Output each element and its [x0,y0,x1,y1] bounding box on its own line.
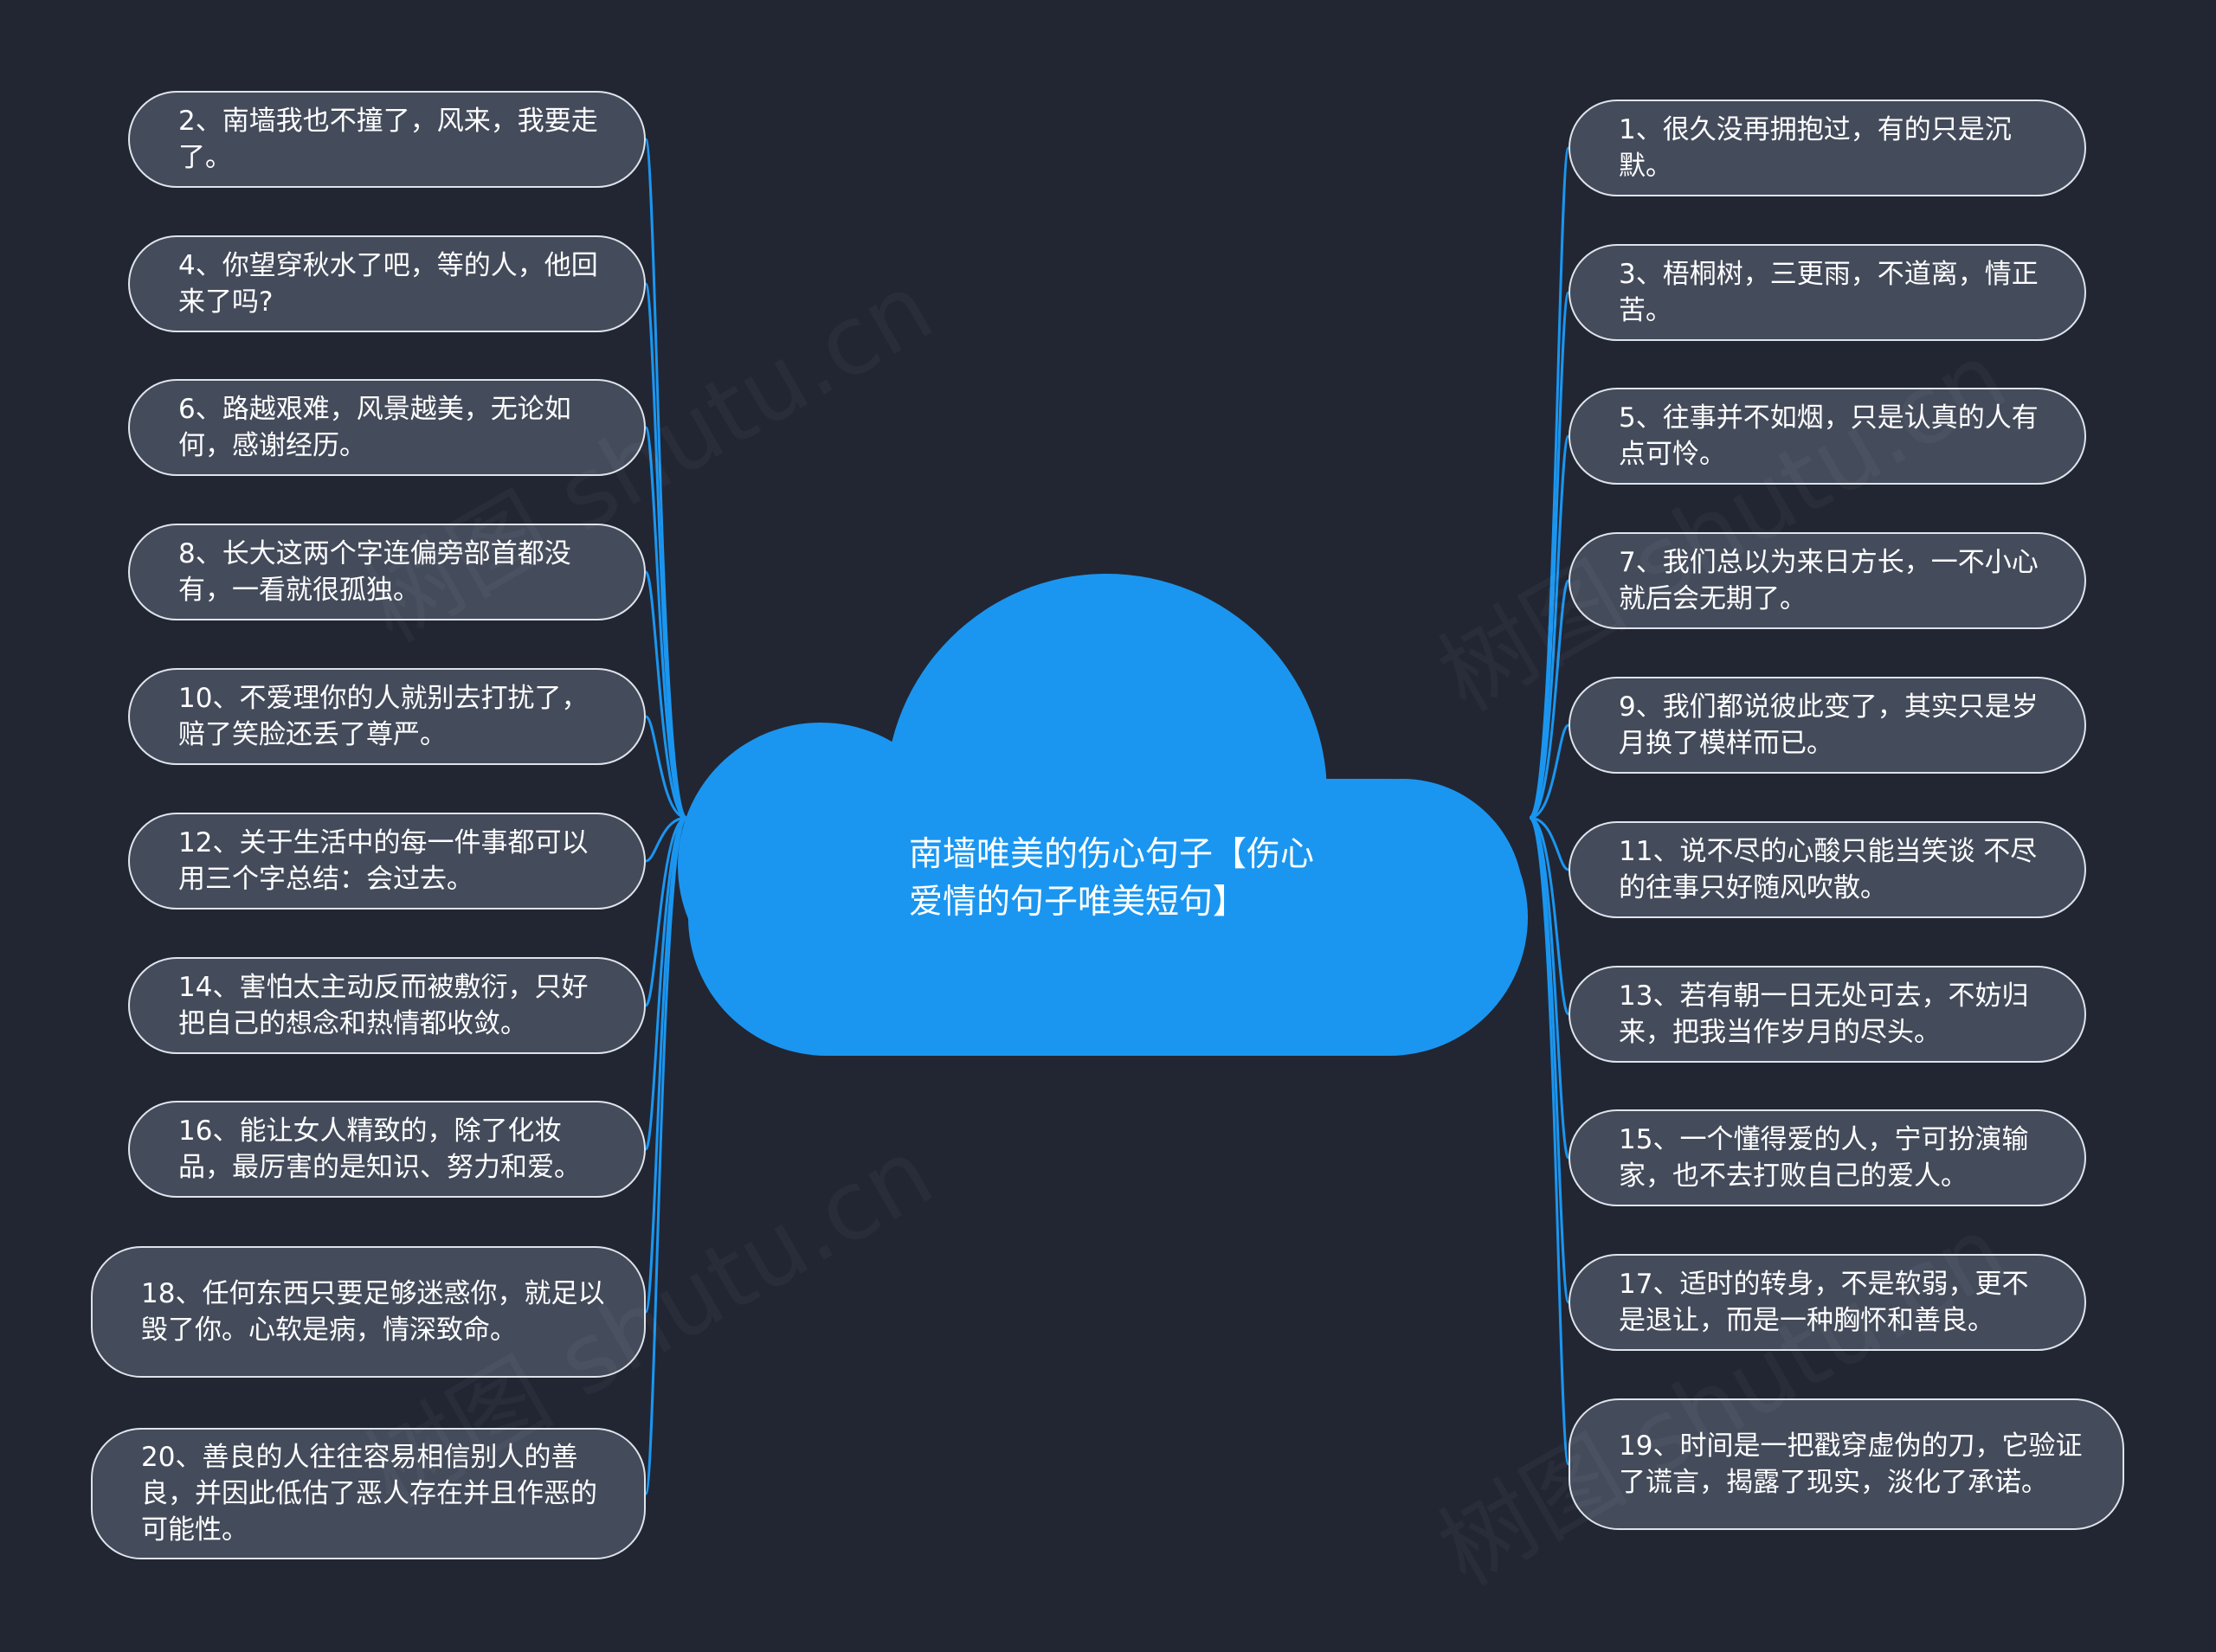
right-branch-node[interactable]: 17、适时的转身，不是软弱，更不是退让，而是一种胸怀和善良。 [1569,1254,2086,1351]
branch-text: 8、长大这两个字连偏旁部首都没有，一看就很孤独。 [178,538,571,606]
left-branch-node[interactable]: 8、长大这两个字连偏旁部首都没有，一看就很孤独。 [128,524,646,620]
branch-text: 16、能让女人精致的，除了化妆品，最厉害的是知识、努力和爱。 [178,1115,581,1183]
left-branch-node[interactable]: 4、你望穿秋水了吧，等的人，他回来了吗? [128,235,646,332]
left-branch-node[interactable]: 14、害怕太主动反而被敷衍，只好把自己的想念和热情都收敛。 [128,957,646,1054]
branch-text: 4、你望穿秋水了吧，等的人，他回来了吗? [178,250,598,318]
right-branch-node[interactable]: 19、时间是一把戳穿虚伪的刀，它验证了谎言，揭露了现实，淡化了承诺。 [1569,1398,2124,1530]
right-branch-node[interactable]: 5、往事并不如烟，只是认真的人有点可怜。 [1569,388,2086,485]
branch-text: 5、往事并不如烟，只是认真的人有点可怜。 [1619,402,2039,470]
left-branch-node[interactable]: 10、不爱理你的人就别去打扰了，赔了笑脸还丢了尊严。 [128,668,646,765]
branch-text: 19、时间是一把戳穿虚伪的刀，它验证了谎言，揭露了现实，淡化了承诺。 [1619,1430,2083,1498]
branch-text: 7、我们总以为来日方长，一不小心就后会无期了。 [1619,547,2039,614]
branch-text: 15、一个懂得爱的人，宁可扮演输家，也不去打败自己的爱人。 [1619,1124,2029,1192]
left-branch-node[interactable]: 2、南墙我也不撞了，风来，我要走了。 [128,91,646,188]
left-branch-node[interactable]: 16、能让女人精致的，除了化妆品，最厉害的是知识、努力和爱。 [128,1101,646,1198]
right-branch-node[interactable]: 7、我们总以为来日方长，一不小心就后会无期了。 [1569,532,2086,629]
branch-text: 3、梧桐树，三更雨，不道离，情正苦。 [1619,259,2039,326]
branch-text: 13、若有朝一日无处可去，不妨归来，把我当作岁月的尽头。 [1619,980,2029,1048]
right-branch-node[interactable]: 9、我们都说彼此变了，其实只是岁月换了模样而已。 [1569,677,2086,774]
left-branch-node[interactable]: 12、关于生活中的每一件事都可以用三个字总结：会过去。 [128,813,646,910]
right-branch-node[interactable]: 3、梧桐树，三更雨，不道离，情正苦。 [1569,244,2086,341]
branch-text: 12、关于生活中的每一件事都可以用三个字总结：会过去。 [178,827,589,895]
branch-text: 17、适时的转身，不是软弱，更不是退让，而是一种胸怀和善良。 [1619,1269,2029,1336]
right-branch-node[interactable]: 13、若有朝一日无处可去，不妨归来，把我当作岁月的尽头。 [1569,966,2086,1063]
branch-text: 2、南墙我也不撞了，风来，我要走了。 [178,106,598,173]
right-branch-node[interactable]: 15、一个懂得爱的人，宁可扮演输家，也不去打败自己的爱人。 [1569,1109,2086,1206]
branch-text: 11、说不尽的心酸只能当笑谈 不尽的往事只好随风吹散。 [1619,836,2038,903]
branch-text: 1、很久没再拥抱过，有的只是沉默。 [1619,114,2012,182]
branch-text: 10、不爱理你的人就别去打扰了，赔了笑脸还丢了尊严。 [178,683,589,750]
right-branch-node[interactable]: 1、很久没再拥抱过，有的只是沉默。 [1569,100,2086,196]
branch-text: 20、善良的人往往容易相信别人的善良，并因此低估了恶人存在并且作恶的可能性。 [141,1442,597,1546]
branch-text: 6、路越艰难，风景越美，无论如何，感谢经历。 [178,394,571,461]
central-topic[interactable]: 南墙唯美的伤心句子【伤心爱情的句子唯美短句】 [909,831,1333,926]
left-branch-node[interactable]: 20、善良的人往往容易相信别人的善良，并因此低估了恶人存在并且作恶的可能性。 [91,1428,646,1559]
branch-text: 9、我们都说彼此变了，其实只是岁月换了模样而已。 [1619,691,2039,759]
right-branch-node[interactable]: 11、说不尽的心酸只能当笑谈 不尽的往事只好随风吹散。 [1569,821,2086,918]
branch-text: 14、害怕太主动反而被敷衍，只好把自己的想念和热情都收敛。 [178,972,589,1039]
branch-text: 18、任何东西只要足够迷惑你，就足以毁了你。心软是病，情深致命。 [141,1278,605,1346]
left-branch-node[interactable]: 6、路越艰难，风景越美，无论如何，感谢经历。 [128,379,646,476]
left-branch-node[interactable]: 18、任何东西只要足够迷惑你，就足以毁了你。心软是病，情深致命。 [91,1246,646,1378]
mindmap-canvas: 南墙唯美的伤心句子【伤心爱情的句子唯美短句】 2、南墙我也不撞了，风来，我要走了… [0,0,2216,1652]
